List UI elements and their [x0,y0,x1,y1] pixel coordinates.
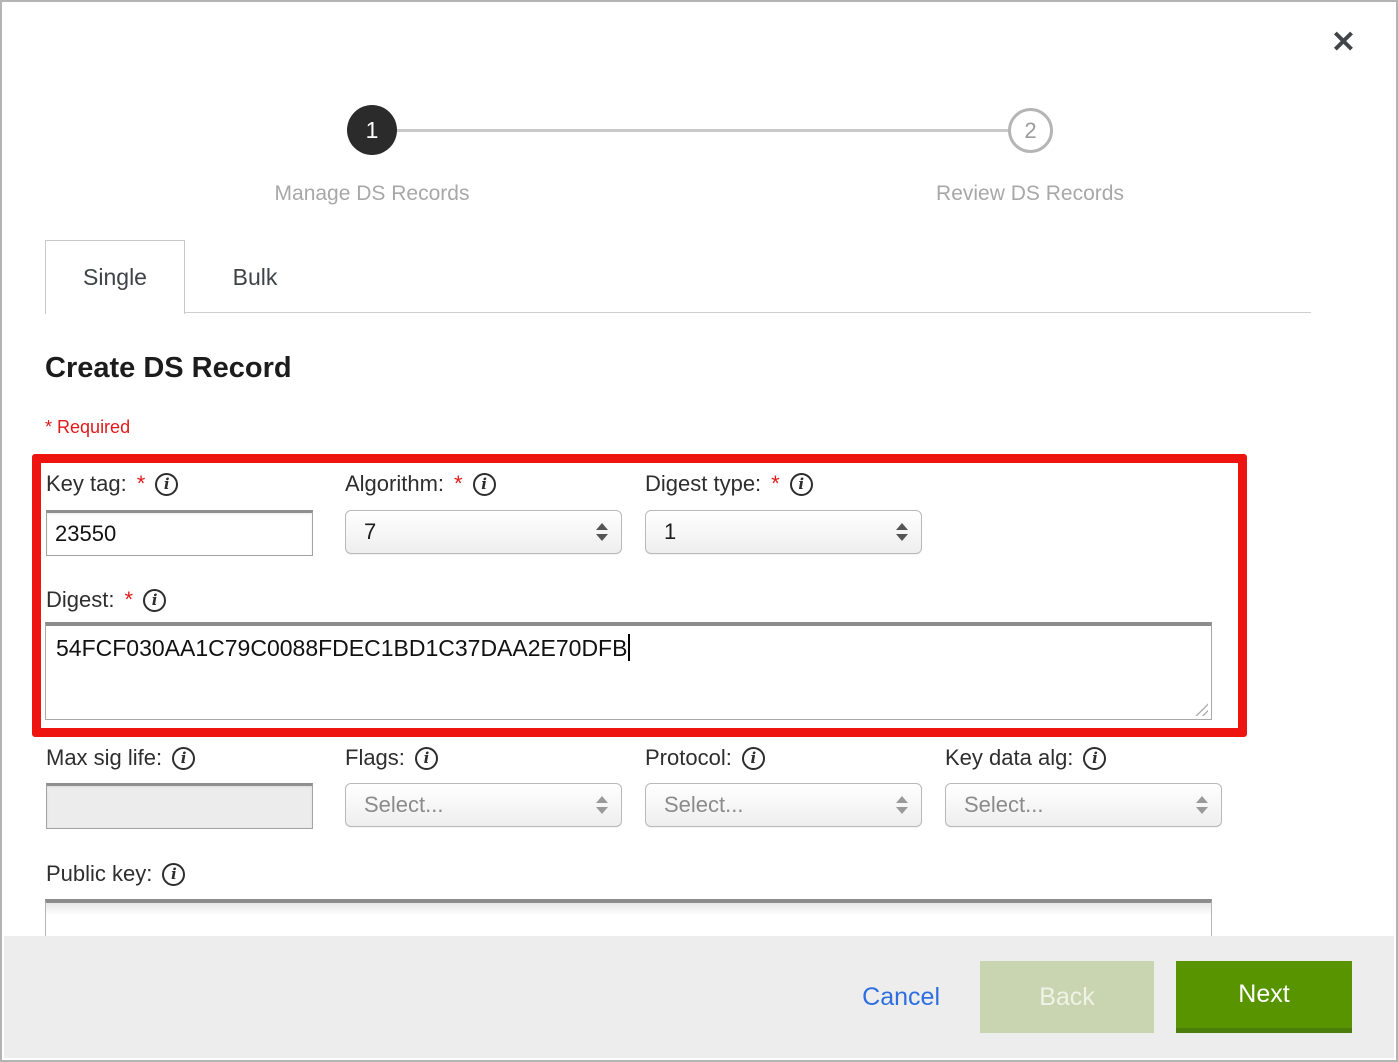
info-icon[interactable]: i [143,589,166,612]
protocol-selected-value: Select... [664,792,743,818]
stepper-step-2-label: Review DS Records [860,182,1200,206]
info-icon[interactable]: i [1083,747,1106,770]
info-icon[interactable]: i [155,473,178,496]
required-asterisk: * [454,471,463,497]
digest-type-select[interactable]: 1 [645,510,922,554]
key-data-alg-select[interactable]: Select... [945,783,1222,827]
required-asterisk: * [137,471,146,497]
tab-bulk[interactable]: Bulk [185,240,325,314]
algorithm-label: Algorithm:*i [345,471,496,497]
digest-label: Digest:*i [46,587,166,613]
tab-single[interactable]: Single [45,240,185,314]
algorithm-select[interactable]: 7 [345,510,622,554]
digest-textarea[interactable]: 54FCF030AA1C79C0088FDEC1BD1C37DAA2E70DFB [45,622,1212,720]
protocol-label: Protocol:i [645,745,765,771]
digest-value: 54FCF030AA1C79C0088FDEC1BD1C37DAA2E70DFB [56,635,627,661]
info-icon[interactable]: i [415,747,438,770]
max-sig-life-input [46,783,313,829]
stepper-connector-line [397,129,1008,132]
protocol-select[interactable]: Select... [645,783,922,827]
create-ds-record-modal: ✕ 1 2 Manage DS Records Review DS Record… [0,0,1398,1062]
required-asterisk: * [124,587,133,613]
close-icon[interactable]: ✕ [1331,28,1356,58]
modal-footer: Cancel Back Next [4,936,1394,1058]
select-stepper-icon [596,523,608,541]
info-icon[interactable]: i [172,747,195,770]
key-tag-label: Key tag:*i [46,471,178,497]
stepper-step-2-circle: 2 [1008,108,1053,153]
back-button: Back [980,961,1154,1033]
info-icon[interactable]: i [742,747,765,770]
select-stepper-icon [896,523,908,541]
text-caret [628,634,630,661]
stepper-step-1-label: Manage DS Records [202,182,542,206]
key-data-alg-label: Key data alg:i [945,745,1106,771]
public-key-label: Public key:i [46,861,185,887]
public-key-textarea[interactable] [45,899,1212,941]
cancel-button[interactable]: Cancel [862,983,940,1012]
max-sig-life-label: Max sig life:i [46,745,195,771]
info-icon[interactable]: i [790,473,813,496]
key-data-alg-selected-value: Select... [964,792,1043,818]
digest-type-label: Digest type:*i [645,471,813,497]
algorithm-selected-value: 7 [364,519,376,545]
required-note: * Required [45,417,130,438]
select-stepper-icon [596,796,608,814]
info-icon[interactable]: i [473,473,496,496]
next-button[interactable]: Next [1176,961,1352,1033]
digest-type-selected-value: 1 [664,519,676,545]
flags-selected-value: Select... [364,792,443,818]
info-icon[interactable]: i [162,863,185,886]
select-stepper-icon [1196,796,1208,814]
key-tag-input[interactable] [46,510,313,556]
resize-handle-icon[interactable] [1193,701,1208,716]
flags-select[interactable]: Select... [345,783,622,827]
page-title: Create DS Record [45,352,292,385]
stepper-step-1-circle: 1 [347,105,397,155]
required-asterisk: * [771,471,780,497]
flags-label: Flags:i [345,745,438,771]
select-stepper-icon [896,796,908,814]
